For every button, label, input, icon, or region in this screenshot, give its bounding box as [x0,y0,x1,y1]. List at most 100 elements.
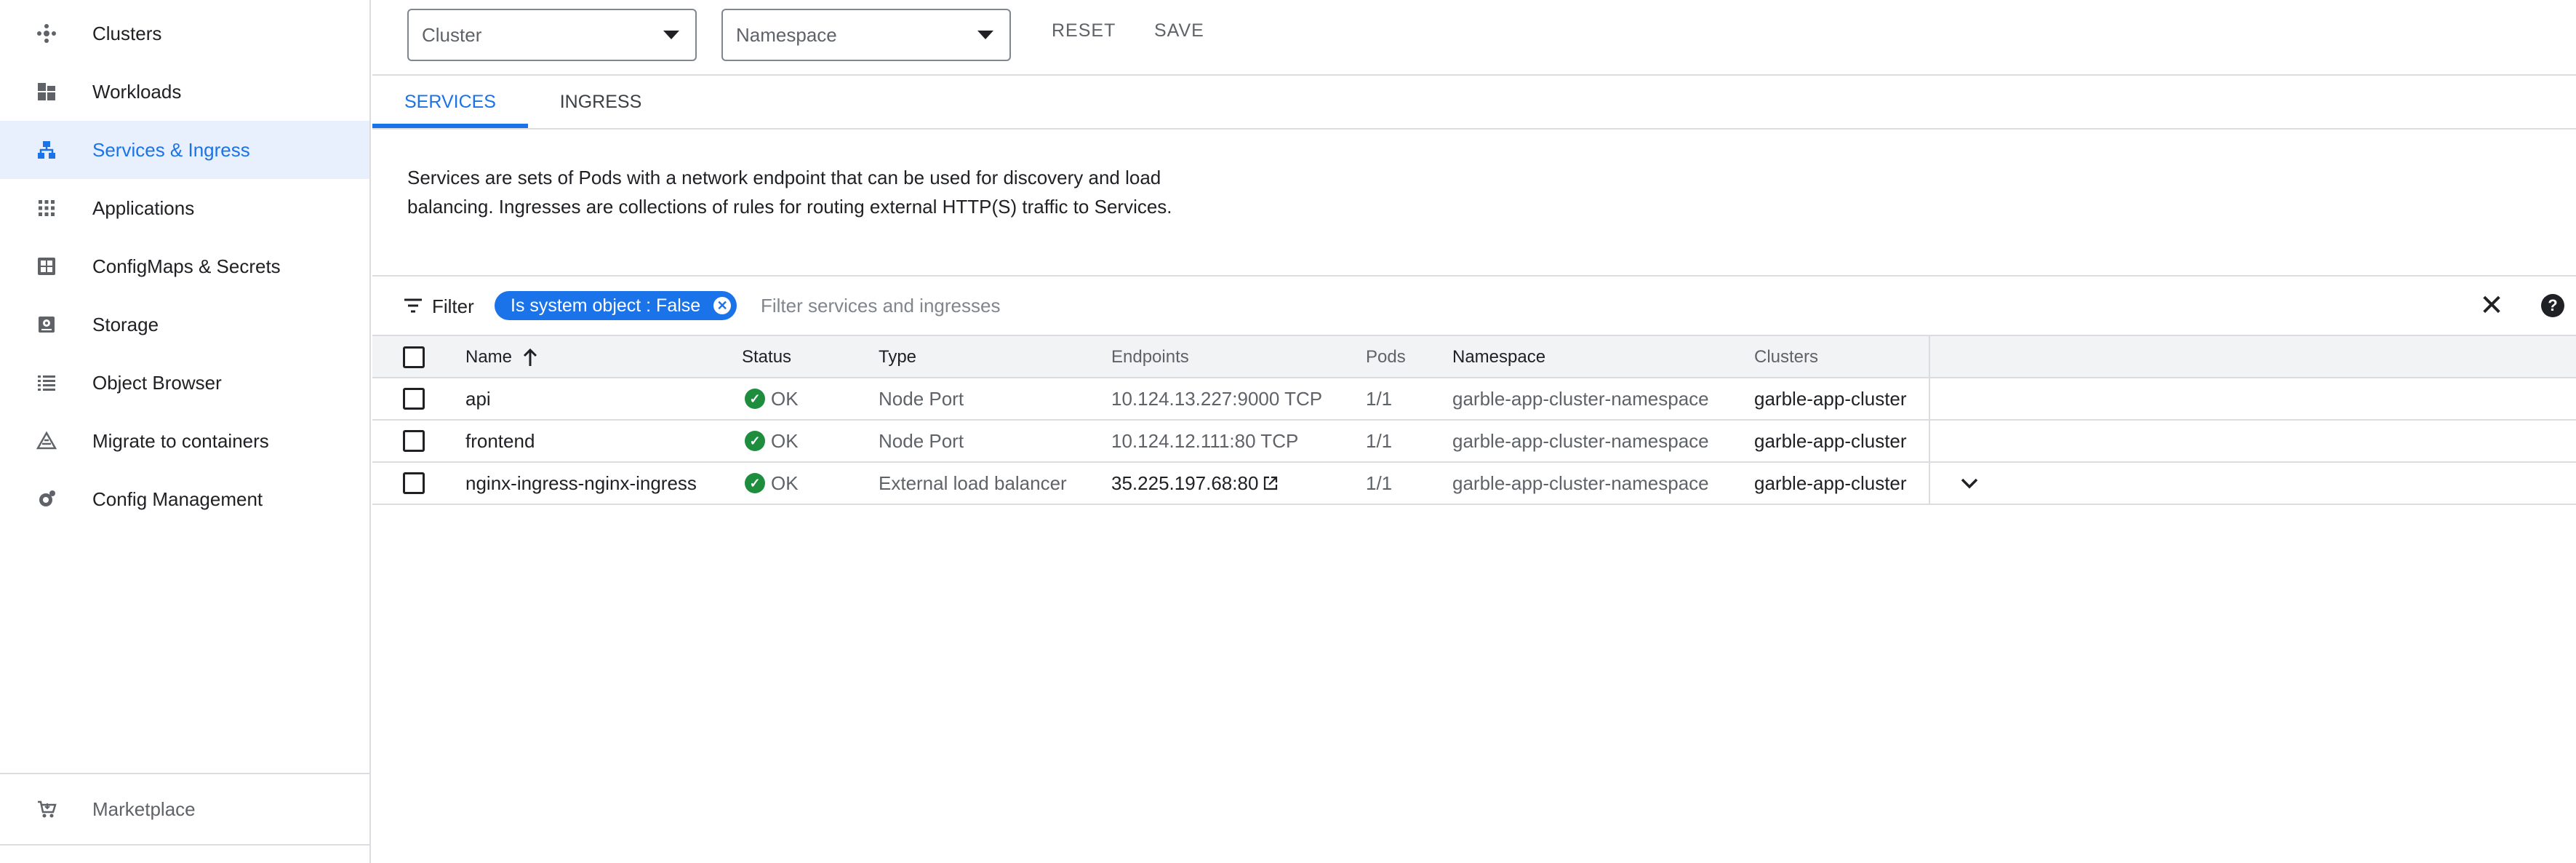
workloads-icon [35,81,58,102]
sidebar-item-label: Migrate to containers [92,429,269,452]
status-text: OK [771,387,799,410]
pods-cell: 1/1 [1366,429,1393,452]
reset-button[interactable]: RESET [1052,20,1116,41]
sidebar-item-label: Config Management [92,488,263,510]
check-circle-icon: ✓ [745,389,765,409]
sidebar-divider [0,773,369,774]
select-all-checkbox[interactable] [403,346,425,368]
sidebar-item-label: Clusters [92,22,162,44]
cluster-cell: garble-app-cluster [1754,429,1907,452]
external-link-icon[interactable] [1263,475,1279,491]
tab-ingress[interactable]: INGRESS [528,76,673,128]
service-name[interactable]: api [465,378,491,419]
column-separator [1929,378,1930,419]
type-cell: Node Port [879,429,964,452]
dropdown-arrow-icon [977,31,993,39]
status-cell: ✓ OK [745,463,799,504]
service-name[interactable]: nginx-ingress-nginx-ingress [465,463,697,504]
status-text: OK [771,472,799,494]
row-checkbox[interactable] [403,472,425,494]
status-cell: ✓ OK [745,421,799,461]
column-header-clusters[interactable]: Clusters [1754,336,1818,378]
column-header-name[interactable]: Name [465,336,538,378]
chip-remove-icon[interactable]: ✕ [713,297,732,314]
column-separator [1929,463,1930,504]
sidebar: Clusters Workloads Services & Ingress Ap… [0,0,371,863]
page-description: Services are sets of Pods with a network… [407,167,1172,218]
sidebar-item-config-management[interactable]: Config Management [0,470,369,528]
table-row: nginx-ingress-nginx-ingress ✓ OK Externa… [372,463,2576,505]
row-checkbox[interactable] [403,388,425,410]
sidebar-divider [0,844,369,846]
namespace-select-label: Namespace [736,23,837,46]
filter-chip-label: Is system object : False [511,295,701,316]
pods-cell: 1/1 [1366,472,1393,494]
divider [372,128,2576,130]
sidebar-item-label: Object Browser [92,371,222,394]
sidebar-item-services-ingress[interactable]: Services & Ingress [0,121,369,179]
sidebar-item-label: Storage [92,313,159,335]
sidebar-item-label: Applications [92,196,195,219]
cluster-cell: garble-app-cluster [1754,387,1907,410]
type-cell: External load balancer [879,472,1067,494]
column-separator [1929,421,1930,461]
sidebar-item-marketplace[interactable]: Marketplace [0,780,369,838]
config-management-icon [35,489,58,509]
table-header: Name Status Type Endpoints Pods Namespac… [372,335,2576,378]
sort-ascending-icon[interactable] [522,347,538,367]
sidebar-item-workloads[interactable]: Workloads [0,63,369,121]
filter-chip[interactable]: Is system object : False ✕ [495,291,737,320]
column-header-endpoints[interactable]: Endpoints [1111,336,1189,378]
pods-cell: 1/1 [1366,387,1393,410]
sidebar-item-label: Services & Ingress [92,138,250,161]
services-icon [35,140,58,160]
cluster-select-label: Cluster [422,23,482,46]
namespace-select[interactable]: Namespace [721,9,1011,61]
filter-icon[interactable] [403,297,423,314]
applications-icon [35,198,58,218]
sidebar-item-migrate-to-containers[interactable]: Migrate to containers [0,412,369,470]
tab-label: INGRESS [559,91,642,112]
namespace-cell: garble-app-cluster-namespace [1452,387,1709,410]
object-browser-icon [35,373,58,393]
column-header-namespace[interactable]: Namespace [1452,336,1545,378]
sidebar-item-object-browser[interactable]: Object Browser [0,354,369,412]
table-row: frontend ✓ OK Node Port 10.124.12.111:80… [372,421,2576,463]
storage-icon [35,314,58,335]
sidebar-item-storage[interactable]: Storage [0,295,369,354]
check-circle-icon: ✓ [745,431,765,451]
clusters-icon [35,23,58,44]
endpoints-cell: 35.225.197.68:80 [1111,463,1279,504]
status-text: OK [771,429,799,452]
column-header-label: Name [465,347,513,367]
namespace-cell: garble-app-cluster-namespace [1452,472,1709,494]
column-header-status[interactable]: Status [742,336,791,378]
main-content: Cluster Namespace RESET SAVE SERVICES IN… [372,0,2576,863]
tab-services[interactable]: SERVICES [372,76,528,128]
endpoints-cell: 10.124.12.111:80 TCP [1111,429,1299,452]
divider [372,74,2576,76]
row-checkbox[interactable] [403,430,425,452]
type-cell: Node Port [879,387,964,410]
service-name[interactable]: frontend [465,421,535,461]
configmaps-icon [35,256,58,277]
sidebar-item-clusters[interactable]: Clusters [0,4,369,63]
sidebar-item-label: ConfigMaps & Secrets [92,255,281,277]
tab-label: SERVICES [404,91,496,112]
filter-input[interactable] [761,288,2143,323]
column-header-type[interactable]: Type [879,336,916,378]
endpoint-link[interactable]: 35.225.197.68:80 [1111,472,1258,495]
table-row: api ✓ OK Node Port 10.124.13.227:9000 TC… [372,378,2576,421]
filter-label[interactable]: Filter [432,295,474,318]
sidebar-item-configmaps-secrets[interactable]: ConfigMaps & Secrets [0,237,369,295]
sidebar-item-applications[interactable]: Applications [0,179,369,237]
help-icon[interactable]: ? [2541,294,2564,317]
close-icon[interactable]: ✕ [2479,290,2505,322]
cluster-select[interactable]: Cluster [407,9,697,61]
column-header-pods[interactable]: Pods [1366,336,1406,378]
cluster-cell: garble-app-cluster [1754,472,1907,494]
sidebar-item-label: Workloads [92,80,182,103]
sidebar-item-label: Marketplace [92,798,196,820]
chevron-down-icon[interactable] [1958,472,1981,495]
save-button[interactable]: SAVE [1154,20,1204,41]
